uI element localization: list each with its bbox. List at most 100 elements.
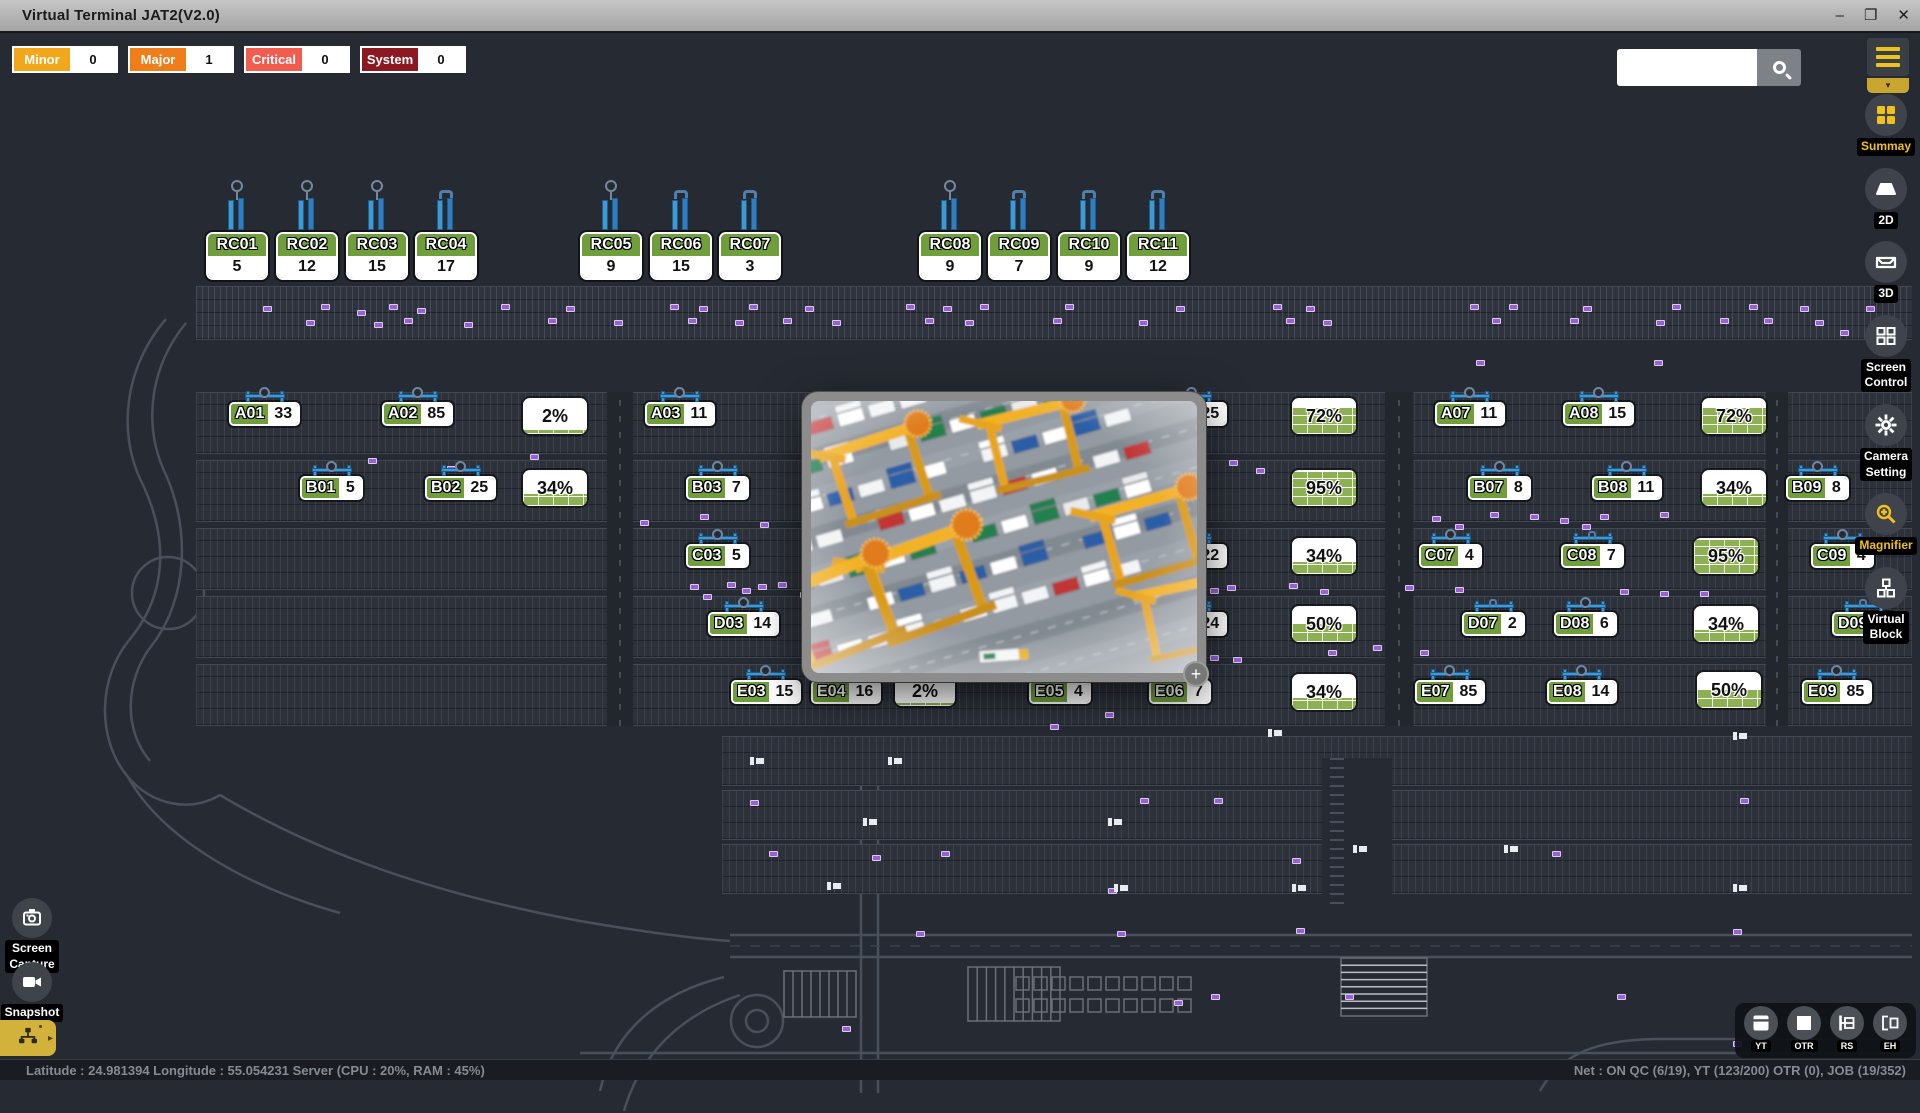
container-dot [404, 318, 413, 324]
yard-block-b08[interactable]: B0811 [1592, 461, 1662, 500]
sidebar-item-label: Magnifier [1855, 537, 1916, 555]
container-dot [306, 320, 315, 326]
occupancy-badge[interactable]: 50% [1292, 606, 1356, 642]
alarm-badge-critical[interactable]: Critical0 [244, 46, 350, 73]
container-dot [1660, 512, 1669, 518]
yard-block-a01[interactable]: A0133 [229, 387, 300, 426]
rc-crane-label: RC109 [1058, 232, 1120, 280]
sidebar-item-camera-setting[interactable]: Camera Setting [1860, 404, 1912, 481]
yard-block-b09[interactable]: B098 [1786, 461, 1849, 500]
close-button[interactable]: ✕ [1897, 8, 1910, 23]
search-input[interactable] [1617, 49, 1757, 86]
occupancy-badge[interactable]: 95% [1292, 470, 1356, 506]
yard-block-d03[interactable]: D0314 [708, 597, 779, 636]
occupancy-badge[interactable]: 72% [1702, 398, 1766, 434]
alarm-badge-minor[interactable]: Minor0 [12, 46, 118, 73]
yard-block-b01[interactable]: B015 [300, 461, 363, 500]
menu-collapse-tab[interactable]: ▾ [1867, 78, 1909, 93]
tree-panel-tab[interactable]: ▸ [0, 1020, 56, 1056]
yard-block-id: D03 [710, 614, 747, 634]
occupancy-value: 34% [1702, 470, 1766, 506]
equipment-toggle-otr[interactable]: OTR [1787, 1006, 1821, 1052]
container-dot [464, 322, 473, 328]
yard-block-c08[interactable]: C087 [1561, 529, 1624, 568]
rc-crane-rc09[interactable]: RC097 [988, 182, 1050, 280]
yard-block-c07[interactable]: C074 [1419, 529, 1482, 568]
sidebar-item-2d[interactable]: 2D [1865, 168, 1907, 230]
container-dot [530, 454, 539, 460]
alarm-badge-major[interactable]: Major1 [128, 46, 234, 73]
container-dot [1233, 657, 1242, 663]
rc-crane-rc06[interactable]: RC0615 [650, 182, 712, 280]
yard-block-a02[interactable]: A0285 [382, 387, 453, 426]
container-dot [742, 588, 751, 594]
search-button[interactable] [1757, 49, 1801, 86]
equipment-toggle-yt[interactable]: YT [1744, 1006, 1778, 1052]
yard-block-id: E06 [1151, 682, 1187, 702]
yard-block-a08[interactable]: A0815 [1563, 387, 1634, 426]
sidebar-item-summay[interactable]: Summay [1857, 94, 1915, 156]
occupancy-badge[interactable]: 50% [1697, 672, 1761, 708]
camera-preview-popup[interactable]: + [802, 392, 1206, 682]
yard-block-e08[interactable]: E0814 [1547, 665, 1617, 704]
container-dot [1600, 514, 1609, 520]
yard-crane-icon [1480, 461, 1520, 477]
yard-block-e03[interactable]: E0315 [731, 665, 801, 704]
yard-block-count: 6 [1593, 614, 1615, 634]
rc-crane-rc07[interactable]: RC073 [719, 182, 781, 280]
minimize-button[interactable]: – [1836, 8, 1844, 23]
occupancy-badge[interactable]: 2% [523, 398, 587, 434]
rc-crane-rc05[interactable]: RC059 [580, 182, 642, 280]
occupancy-badge[interactable]: 95% [1694, 538, 1758, 574]
yard-block-count: 85 [421, 404, 451, 424]
yard-truck-icon [863, 818, 877, 826]
occupancy-badge[interactable]: 34% [1702, 470, 1766, 506]
yard-block-id: C08 [1563, 546, 1600, 566]
container-dot [750, 800, 759, 806]
menu-hamburger-button[interactable] [1867, 38, 1909, 76]
occupancy-badge[interactable]: 34% [1694, 606, 1758, 642]
rc-crane-id: RC08 [921, 234, 979, 256]
equipment-toggle-rs[interactable]: RS [1830, 1006, 1864, 1052]
yard-block-c03[interactable]: C035 [686, 529, 749, 568]
yard-block-d08[interactable]: D086 [1554, 597, 1617, 636]
rc-crane-rc11[interactable]: RC1112 [1127, 182, 1189, 280]
rc-crane-rc02[interactable]: RC0212 [276, 182, 338, 280]
yard-block-e07[interactable]: E0785 [1415, 665, 1485, 704]
container-dot [965, 320, 974, 326]
yard-block-label: B0811 [1592, 476, 1662, 500]
yard-block-b07[interactable]: B078 [1468, 461, 1531, 500]
rc-crane-rc01[interactable]: RC015 [206, 182, 268, 280]
yard-crane-icon [1430, 665, 1470, 681]
yard-block-d07[interactable]: D072 [1462, 597, 1525, 636]
yard-crane-icon [1566, 597, 1606, 613]
occupancy-badge[interactable]: 34% [1292, 674, 1356, 710]
rc-crane-rc04[interactable]: RC0417 [415, 182, 477, 280]
occupancy-badge[interactable]: 72% [1292, 398, 1356, 434]
rc-crane-rc10[interactable]: RC109 [1058, 182, 1120, 280]
yard-block-a07[interactable]: A0711 [1435, 387, 1505, 426]
sidebar-item-virtual-block[interactable]: Virtual Block [1863, 567, 1908, 644]
yard-block-count: 85 [1840, 682, 1870, 702]
maximize-button[interactable]: ❐ [1864, 8, 1877, 23]
tool-snapshot[interactable]: Snapshot [0, 962, 64, 1022]
container-dot [1306, 306, 1315, 312]
yard-block-e09[interactable]: E0985 [1802, 665, 1872, 704]
sidebar-item-3d[interactable]: 3D [1865, 241, 1907, 303]
sidebar-item-screen-control[interactable]: Screen Control [1861, 315, 1912, 392]
occupancy-value: 95% [1292, 470, 1356, 506]
yard-block-b03[interactable]: B037 [686, 461, 749, 500]
alarm-badge-system[interactable]: System0 [360, 46, 466, 73]
popup-zoom-plus-button[interactable]: + [1183, 661, 1209, 687]
sidebar-item-magnifier[interactable]: Magnifier [1855, 493, 1916, 555]
yard-block-count: 11 [1631, 478, 1660, 498]
occupancy-badge[interactable]: 34% [523, 470, 587, 506]
yard-block-a03[interactable]: A0311 [645, 387, 715, 426]
yard-block-b02[interactable]: B0225 [425, 461, 496, 500]
occupancy-badge[interactable]: 34% [1292, 538, 1356, 574]
rc-crane-rc08[interactable]: RC089 [919, 182, 981, 280]
equipment-toggle-eh[interactable]: EH [1873, 1006, 1907, 1052]
yard-block-label: B0225 [425, 476, 496, 500]
container-dot [1065, 304, 1074, 310]
rc-crane-rc03[interactable]: RC0315 [346, 182, 408, 280]
